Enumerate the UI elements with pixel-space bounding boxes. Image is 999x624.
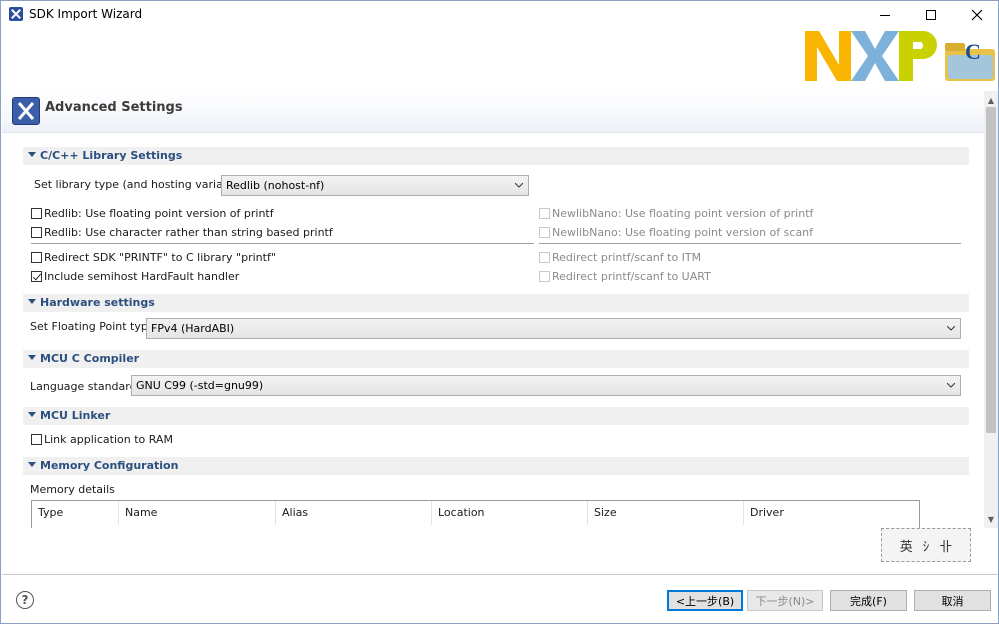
checkbox-semihost-hardfault[interactable] <box>31 271 42 282</box>
wizard-x-icon <box>12 97 40 125</box>
app-icon <box>9 7 23 21</box>
checkbox-redirect-printf[interactable] <box>31 252 42 263</box>
section-title: C/C++ Library Settings <box>40 149 183 162</box>
collapse-arrow-icon <box>28 299 36 304</box>
option-label: Redirect printf/scanf to ITM <box>552 251 702 264</box>
section-compiler[interactable]: MCU C Compiler <box>23 350 969 368</box>
column-type: Type <box>38 506 64 519</box>
section-linker[interactable]: MCU Linker <box>23 407 969 425</box>
checkbox-newlibnano-float-printf[interactable] <box>539 208 550 219</box>
column-header[interactable]: Type <box>32 501 119 525</box>
chevron-down-icon <box>947 383 955 388</box>
close-icon <box>971 9 983 21</box>
nxp-logo: C <box>805 31 995 81</box>
column-header[interactable]: Name <box>119 501 276 525</box>
checkbox-newlibnano-float-scanf[interactable] <box>539 227 550 238</box>
maximize-button[interactable] <box>908 3 954 27</box>
title-bar: SDK Import Wizard <box>1 1 998 29</box>
checkbox-link-to-ram[interactable] <box>31 434 42 445</box>
maximize-icon <box>926 10 936 20</box>
memory-table: Type Name Alias Location Size Driver <box>31 500 920 528</box>
chevron-down-icon <box>947 326 955 331</box>
column-header[interactable]: Alias <box>276 501 432 525</box>
option-label: Redlib: Use floating point version of pr… <box>44 207 274 220</box>
checkbox-redlib-char-printf[interactable] <box>31 227 42 238</box>
checkbox-redlib-float-printf[interactable] <box>31 208 42 219</box>
minimize-icon <box>880 14 890 16</box>
option-label: Include semihost HardFault handler <box>44 270 240 283</box>
scroll-down-icon[interactable]: ▼ <box>984 512 998 526</box>
library-type-value: Redlib (nohost-nf) <box>226 179 325 192</box>
settings-content: C/C++ Library Settings Set library type … <box>2 133 984 528</box>
section-title: Hardware settings <box>40 296 155 309</box>
divider-right <box>539 243 961 244</box>
column-header[interactable]: Location <box>432 501 588 525</box>
option-label: NewlibNano: Use floating point version o… <box>552 207 814 220</box>
collapse-arrow-icon <box>28 152 36 157</box>
column-location: Location <box>438 506 485 519</box>
finish-button[interactable]: 完成(F) <box>830 590 907 611</box>
fp-type-select[interactable]: FPv4 (HardABI) <box>146 318 961 339</box>
cancel-button[interactable]: 取消 <box>914 590 991 611</box>
section-hardware[interactable]: Hardware settings <box>23 294 969 312</box>
language-standard-value: GNU C99 (-std=gnu99) <box>136 379 264 392</box>
help-icon[interactable]: ? <box>16 591 34 609</box>
column-driver: Driver <box>750 506 784 519</box>
advanced-settings-header: Advanced Settings <box>2 91 984 133</box>
library-type-select[interactable]: Redlib (nohost-nf) <box>221 175 529 196</box>
page-title: Advanced Settings <box>45 100 183 115</box>
sdk-import-wizard-window: SDK Import Wizard C Advanced Settings ▲ … <box>0 0 999 624</box>
fp-type-label: Set Floating Point type <box>30 320 155 333</box>
ime-char: 卝 <box>939 539 953 555</box>
collapse-arrow-icon <box>28 462 36 467</box>
divider-left <box>31 243 534 244</box>
column-name: Name <box>125 506 158 519</box>
checkbox-redirect-uart[interactable] <box>539 271 550 282</box>
close-button[interactable] <box>954 3 999 27</box>
column-header[interactable]: Size <box>588 501 744 525</box>
link-ram-label: Link application to RAM <box>44 433 173 446</box>
section-title: Memory Configuration <box>40 459 179 472</box>
language-standard-select[interactable]: GNU C99 (-std=gnu99) <box>131 375 961 396</box>
collapse-arrow-icon <box>28 412 36 417</box>
nxp-logo-accent: C <box>965 39 981 64</box>
next-button[interactable]: 下一步(N)> <box>747 590 823 611</box>
collapse-arrow-icon <box>28 355 36 360</box>
section-library[interactable]: C/C++ Library Settings <box>23 147 969 165</box>
section-memory[interactable]: Memory Configuration <box>23 457 969 475</box>
language-standard-label: Language standard <box>30 380 137 393</box>
section-title: MCU C Compiler <box>40 352 140 365</box>
scrollbar-thumb[interactable] <box>986 107 996 433</box>
memory-details-label: Memory details <box>30 483 115 496</box>
footer-separator <box>2 574 998 575</box>
option-label: Redlib: Use character rather than string… <box>44 226 333 239</box>
vertical-scrollbar[interactable]: ▲ ▼ <box>984 91 998 528</box>
library-type-label: Set library type (and hosting variant) <box>34 178 239 191</box>
minimize-button[interactable] <box>862 3 908 27</box>
window-title: SDK Import Wizard <box>29 7 143 21</box>
section-title: MCU Linker <box>40 409 111 422</box>
ime-indicator[interactable]: 英 ｼ 卝 <box>881 528 971 562</box>
checkbox-redirect-itm[interactable] <box>539 252 550 263</box>
option-label: Redirect printf/scanf to UART <box>552 270 711 283</box>
column-header[interactable]: Driver <box>744 501 919 525</box>
option-label: Redirect SDK "PRINTF" to C library "prin… <box>44 251 276 264</box>
ime-char: 英 <box>899 539 913 555</box>
scroll-up-icon[interactable]: ▲ <box>984 93 998 107</box>
back-button[interactable]: <上一步(B) <box>667 590 743 611</box>
ime-char: ｼ <box>922 539 930 555</box>
chevron-down-icon <box>515 183 523 188</box>
fp-type-value: FPv4 (HardABI) <box>151 322 235 335</box>
option-label: NewlibNano: Use floating point version o… <box>552 226 814 239</box>
column-alias: Alias <box>282 506 309 519</box>
column-size: Size <box>594 506 617 519</box>
